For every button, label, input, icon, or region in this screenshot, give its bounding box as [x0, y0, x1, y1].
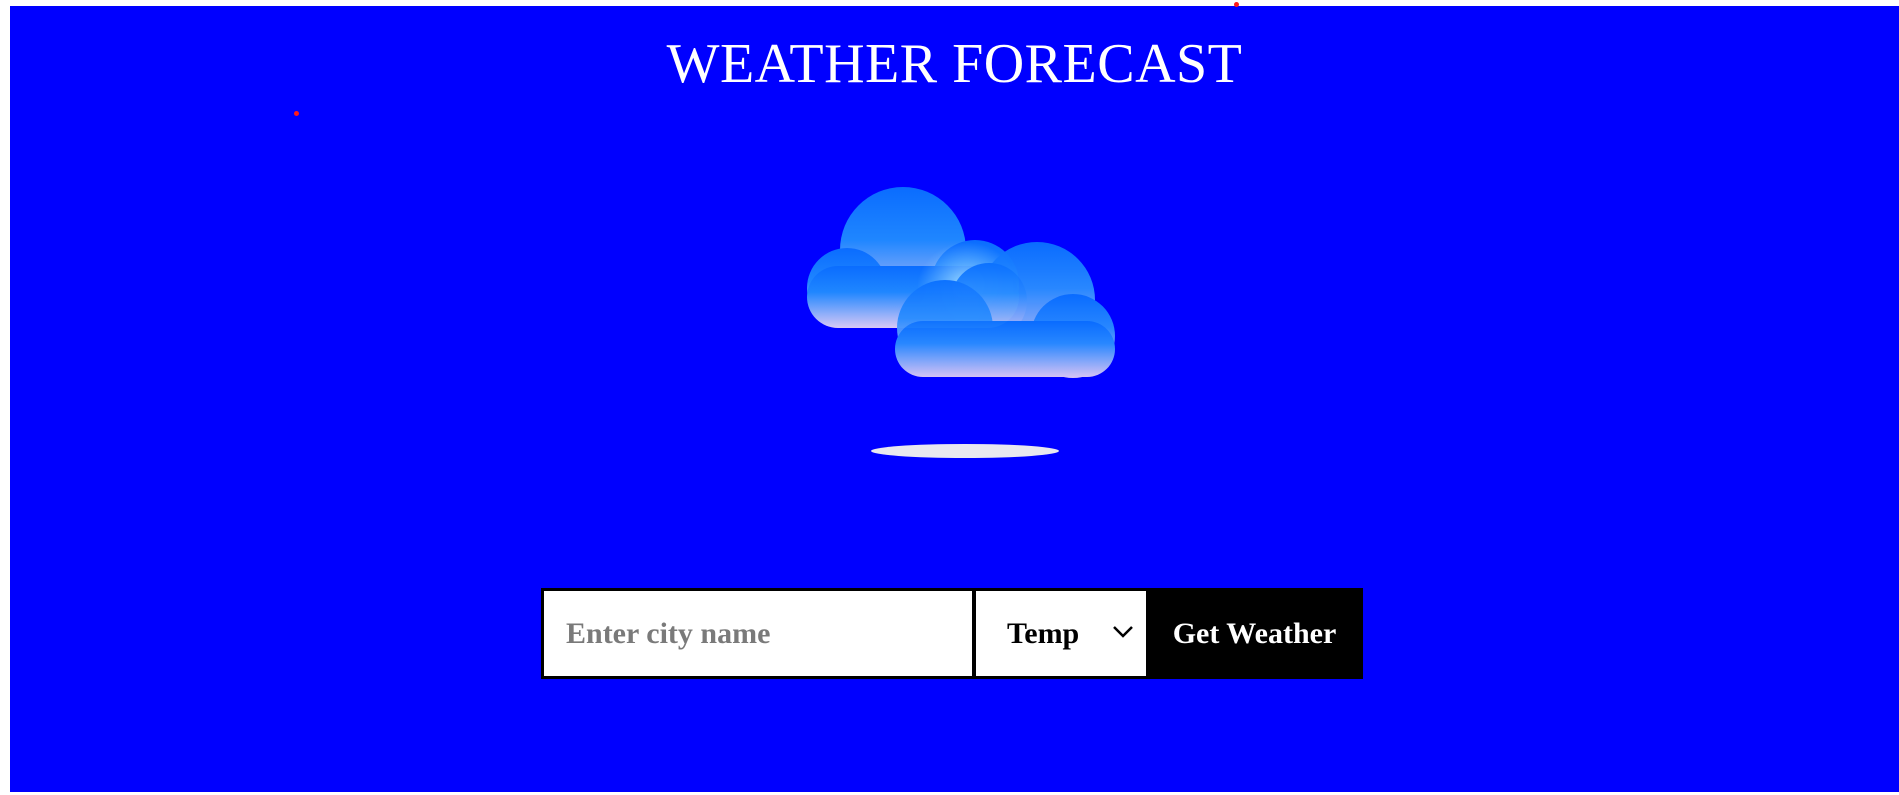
weather-app: WEATHER FORECAST Enter city name Temp Ge…: [10, 2, 1899, 792]
marker-dot: [1234, 2, 1239, 7]
shadow-ellipse: [871, 444, 1059, 458]
page-title: WEATHER FORECAST: [666, 33, 1243, 95]
city-input[interactable]: [541, 588, 974, 679]
clouds-icon: [807, 187, 1115, 458]
search-form: Temp Get Weather: [541, 588, 1363, 679]
marker-dot: [294, 111, 299, 116]
unit-select[interactable]: Temp: [974, 588, 1146, 679]
unit-select-value: Temp: [1007, 617, 1080, 650]
chevron-down-icon: [1113, 626, 1133, 638]
get-weather-button[interactable]: Get Weather: [1146, 588, 1363, 679]
